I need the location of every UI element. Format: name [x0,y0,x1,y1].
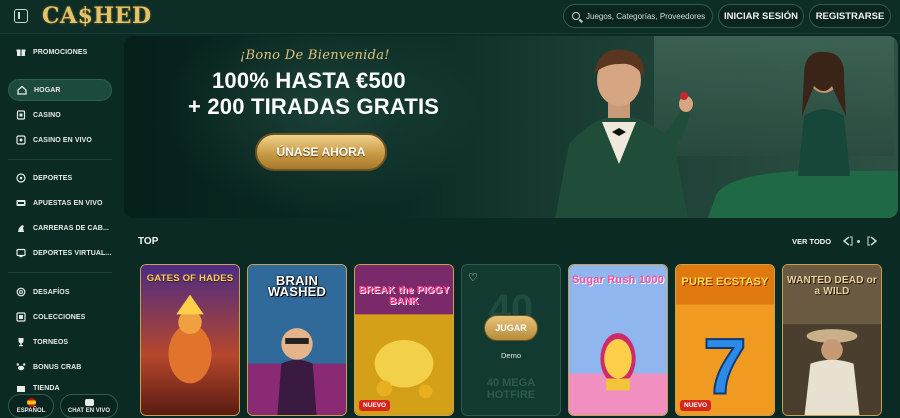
sidebar-item-torneos[interactable]: TORNEOS [8,331,112,353]
sidebar-divider [8,159,112,160]
sidebar: PROMOCIONES HOGAR CASINO CASINO EN VIVO … [0,34,122,418]
sidebar-item-carreras-de-caballos[interactable]: CARRERAS DE CAB... [8,217,112,239]
sidebar-item-casino[interactable]: CASINO [8,104,112,126]
game-card-brain-washed[interactable]: BRAIN WASHED [247,264,347,416]
sidebar-item-label: DESAFÍOS [33,288,70,296]
new-badge: NUEVO [359,400,391,411]
bonus-headline-2: + 200 TIRADAS GRATIS [188,94,440,119]
sidebar-item-label: APUESTAS EN VIVO [33,199,103,207]
game-card-break-the-piggy-bank[interactable]: BREAK the PIGGY BANK NUEVO [354,264,454,416]
game-card-wanted-dead-or-a-wild[interactable]: WANTED DEAD or a WILD [782,264,882,416]
login-button[interactable]: INICIAR SESIÓN [718,4,804,28]
sidebar-item-label: TIENDA [33,384,60,392]
game-card-pure-ecstasy[interactable]: 7 PURE ECSTASY NUEVO [675,264,775,416]
sidebar-item-label: COLECCIONES [33,313,86,321]
sidebar-item-promociones[interactable]: PROMOCIONES [8,41,112,63]
sidebar-item-label: CARRERAS DE CAB... [33,224,110,232]
game-title: BRAIN WASHED [267,273,327,299]
sidebar-item-label: CASINO EN VIVO [33,136,92,144]
svg-text:7: 7 [703,322,747,410]
search-box[interactable] [563,4,713,28]
game-card-sugar-rush-1000[interactable]: Sugar Rush 1000 [568,264,668,416]
home-icon [17,85,27,95]
live-chat-button[interactable]: CHAT EN VIVO [60,394,118,418]
spain-flag-icon [26,398,36,407]
sidebar-item-tienda[interactable]: TIENDA [8,381,112,395]
sidebar-item-hogar[interactable]: HOGAR [8,79,112,101]
live-bets-icon [16,198,26,208]
sidebar-item-casino-en-vivo[interactable]: CASINO EN VIVO [8,129,112,151]
sidebar-item-label: HOGAR [34,86,61,94]
sidebar-item-deportes[interactable]: DEPORTES [8,167,112,189]
sidebar-item-label: TORNEOS [33,338,69,346]
store-icon [16,383,26,393]
join-now-button[interactable]: ÚNASE AHORA [255,133,387,171]
search-input[interactable] [586,11,706,21]
game-card-gates-of-hades[interactable]: GATES OF HADES [140,264,240,416]
favorite-heart-icon[interactable]: ♡ [468,271,478,284]
section-title-top: TOP [138,236,159,247]
sidebar-item-label: BONUS CRAB [33,363,82,371]
sidebar-item-apuestas-en-vivo[interactable]: APUESTAS EN VIVO [8,192,112,214]
language-button[interactable]: ESPAÑOL [8,394,54,418]
virtual-sports-icon [16,248,26,258]
carousel-next-button[interactable] [867,235,879,247]
top-bar: CA$HED INICIAR SESIÓN REGISTRARSE [0,0,900,34]
sidebar-item-colecciones[interactable]: COLECCIONES [8,306,112,328]
sidebar-toggle-icon[interactable] [14,9,28,23]
trophy-icon [16,337,26,347]
sidebar-divider [8,272,112,273]
bonus-subtitle: ¡Bono De Bienvenida! [240,48,390,63]
dealer-woman-image [798,51,850,176]
dealer-man-image [555,49,693,218]
game-title: 40 MEGA HOTFIRE [486,377,536,401]
game-card-40-mega-hotfire[interactable]: 40 40 MEGA HOTFIRE ♡ JUGAR Demo [461,264,561,416]
sidebar-item-label: DEPORTES [33,174,73,182]
chevron-right-icon [867,236,878,246]
main-content: ¡Bono De Bienvenida! 100% HASTA €500 + 2… [122,34,900,418]
bonus-headline-1: 100% HASTA €500 [212,68,406,93]
gift-icon [16,47,26,57]
sidebar-item-label: PROMOCIONES [33,48,88,56]
chevron-left-icon [842,236,853,246]
casino-table-image [703,171,898,218]
play-button[interactable]: JUGAR [484,315,538,341]
welcome-banner[interactable]: ¡Bono De Bienvenida! 100% HASTA €500 + 2… [124,36,898,218]
game-title: Sugar Rush 1000 [571,274,665,286]
crab-icon [16,362,26,372]
game-title: PURE ECSTASY [681,276,769,288]
casino-icon [16,110,26,120]
search-icon [572,12,580,20]
see-all-link[interactable]: VER TODO [792,237,831,246]
sidebar-item-deportes-virtuales[interactable]: DEPORTES VIRTUAL... [8,242,112,264]
demo-link[interactable]: Demo [462,351,560,360]
new-badge: NUEVO [680,400,712,411]
sports-ball-icon [16,173,26,183]
sidebar-item-desafios[interactable]: DESAFÍOS [8,281,112,303]
chat-icon [84,398,94,406]
challenge-icon [16,287,26,297]
game-title: WANTED DEAD or a WILD [786,275,878,297]
carousel-dot [857,240,860,243]
sidebar-item-bonus-crab[interactable]: BONUS CRAB [8,356,112,378]
horse-icon [16,223,26,233]
sidebar-item-label: CASINO [33,111,61,119]
register-button[interactable]: REGISTRARSE [809,4,891,28]
live-casino-icon [16,135,26,145]
sidebar-item-label: DEPORTES VIRTUAL... [33,249,112,257]
language-label: ESPAÑOL [16,408,46,414]
game-title: BREAK the PIGGY BANK [358,285,450,307]
collections-icon [16,312,26,322]
game-title: GATES OF HADES [146,273,234,284]
site-logo[interactable]: CA$HED [42,3,152,29]
chat-label: CHAT EN VIVO [67,407,111,414]
carousel-prev-button[interactable] [841,235,853,247]
